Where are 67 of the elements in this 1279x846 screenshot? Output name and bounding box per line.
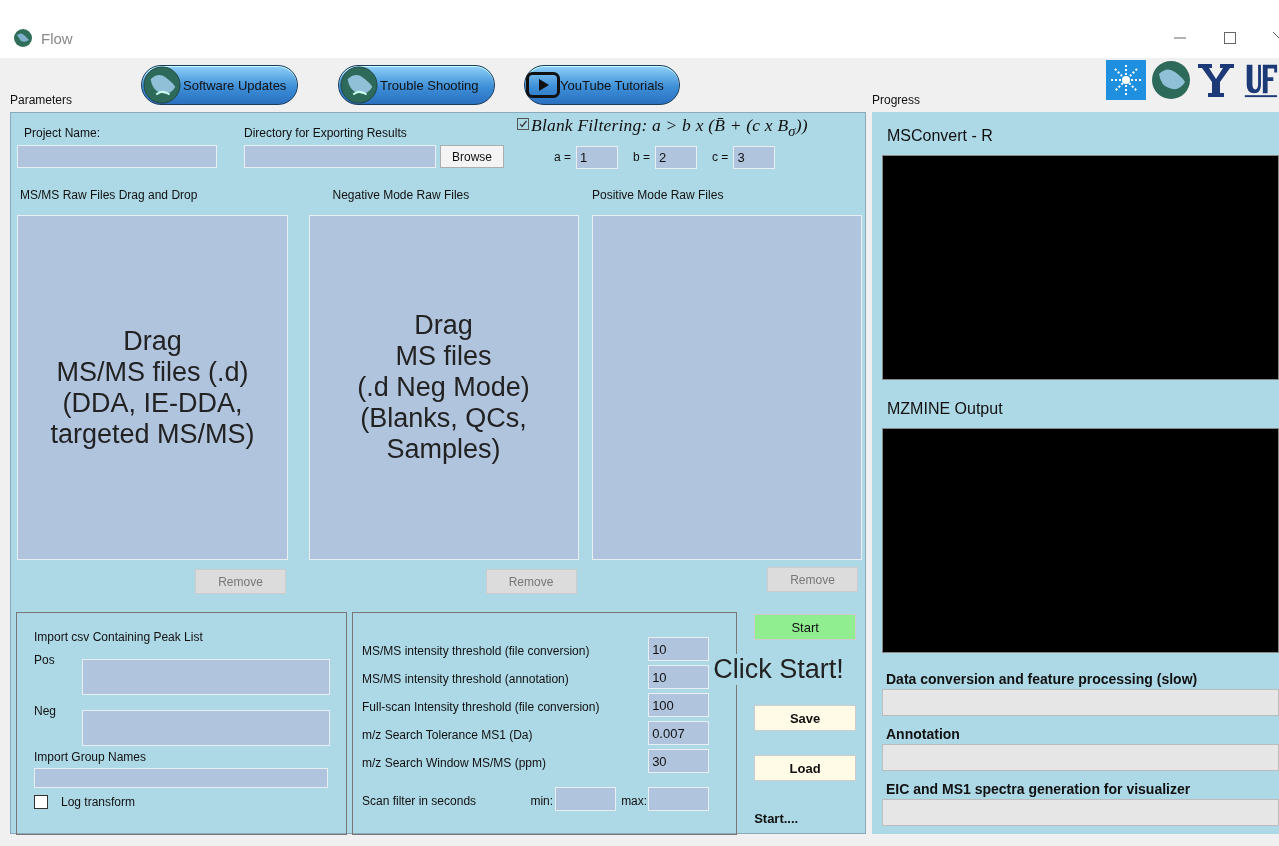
output-title: MSConvert - R — [887, 127, 994, 146]
parameter-field[interactable]: 1 — [576, 145, 618, 169]
field-label: Project Name: — [24, 126, 102, 140]
parameters-label: Parameters — [10, 93, 73, 109]
group-names-field[interactable] — [34, 768, 328, 788]
field-label: min: — [530, 792, 554, 808]
starburst-logo — [1106, 60, 1146, 100]
field-label: MS/MS intensity threshold (file conversion) — [362, 642, 590, 658]
group-title: Import csv Containing Peak List — [34, 630, 204, 644]
drop-zone-title: Positive Mode Raw Files — [592, 188, 725, 204]
field-label: max: — [621, 792, 648, 808]
output-title: MZMINE Output — [887, 400, 1004, 419]
drop-zone-title: Negative Mode Raw Files — [332, 188, 471, 204]
threshold-field[interactable]: 100 — [648, 693, 710, 717]
status-text: Start.... — [754, 811, 799, 826]
file-field[interactable] — [81, 659, 330, 695]
field-label: c = — [712, 150, 729, 164]
directory-field[interactable] — [244, 145, 436, 168]
globe-icon — [340, 66, 379, 104]
globe-icon — [13, 28, 33, 48]
drop-hint: Drag MS files (.d Neg Mode) (Blanks, QCs, Samples) — [357, 310, 530, 465]
save-button[interactable]: Save — [754, 705, 857, 731]
globe-icon — [143, 66, 182, 104]
step-label: EIC and MS1 spectra generation for visualizer — [886, 781, 1192, 799]
field-label: m/z Search Window MS/MS (ppm) — [362, 754, 547, 770]
threshold-field[interactable]: 10 — [648, 637, 710, 661]
parameter-field[interactable]: 2 — [655, 145, 698, 169]
play-icon — [526, 72, 561, 98]
field-label: Import Group Names — [34, 750, 148, 764]
progress-label: Progress — [872, 93, 921, 109]
window-title: Flow — [41, 29, 73, 47]
drop-zone-title: MS/MS Raw Files Drag and Drop — [20, 188, 199, 204]
link-button[interactable]: Software Updates — [141, 65, 299, 105]
max-field[interactable] — [648, 787, 710, 811]
field-label: m/z Search Tolerance MS1 (Da) — [362, 726, 533, 742]
globe-logo — [1151, 60, 1191, 100]
link-button[interactable]: YouTube Tutorials — [524, 65, 681, 105]
file-field[interactable] — [81, 710, 330, 746]
field-label: Neg — [34, 704, 57, 720]
link-button[interactable]: Trouble Shooting — [338, 65, 496, 105]
parameter-field[interactable]: 3 — [733, 145, 776, 169]
checkbox[interactable] — [34, 795, 48, 809]
formula-label: Blank Filtering: a > b x (B̄ + (c x B$_{σ}$)) — [531, 115, 808, 140]
checkbox-label: Log transform — [61, 795, 136, 809]
drop-zone[interactable]: Drag MS files (.d Neg Mode) (Blanks, QCs, Samples) — [308, 215, 579, 560]
load-button[interactable]: Load — [754, 755, 857, 781]
field-label: Full-scan Intensity threshold (file conversion) — [362, 698, 600, 714]
drop-zone[interactable]: Drag MS/MS files (.d) (DDA, IE-DDA, targeted MS/MS) — [17, 215, 288, 560]
field-label: a = — [554, 150, 571, 164]
threshold-field[interactable]: 30 — [648, 749, 710, 773]
field-label: Pos — [34, 653, 56, 669]
threshold-field[interactable]: 0.007 — [648, 721, 710, 745]
field-label: MS/MS intensity threshold (annotation) — [362, 670, 569, 686]
browse-button[interactable]: Browse — [440, 145, 504, 168]
step-label: Annotation — [886, 726, 961, 744]
field-label: Directory for Exporting Results — [244, 126, 408, 140]
drop-zone[interactable] — [592, 215, 862, 560]
field-label: b = — [633, 150, 651, 164]
project-name-field[interactable] — [17, 145, 217, 168]
maximize-icon[interactable] — [1223, 31, 1237, 45]
field-label: Scan filter in seconds — [362, 792, 477, 808]
threshold-field[interactable]: 10 — [648, 665, 710, 689]
start-button[interactable]: Start — [754, 614, 857, 640]
checkbox[interactable] — [517, 118, 529, 131]
drop-hint: Drag MS/MS files (.d) (DDA, IE-DDA, targeted MS/MS) — [50, 325, 255, 450]
step-label: Data conversion and feature processing (slow) — [886, 671, 1199, 689]
min-field[interactable] — [555, 787, 617, 811]
